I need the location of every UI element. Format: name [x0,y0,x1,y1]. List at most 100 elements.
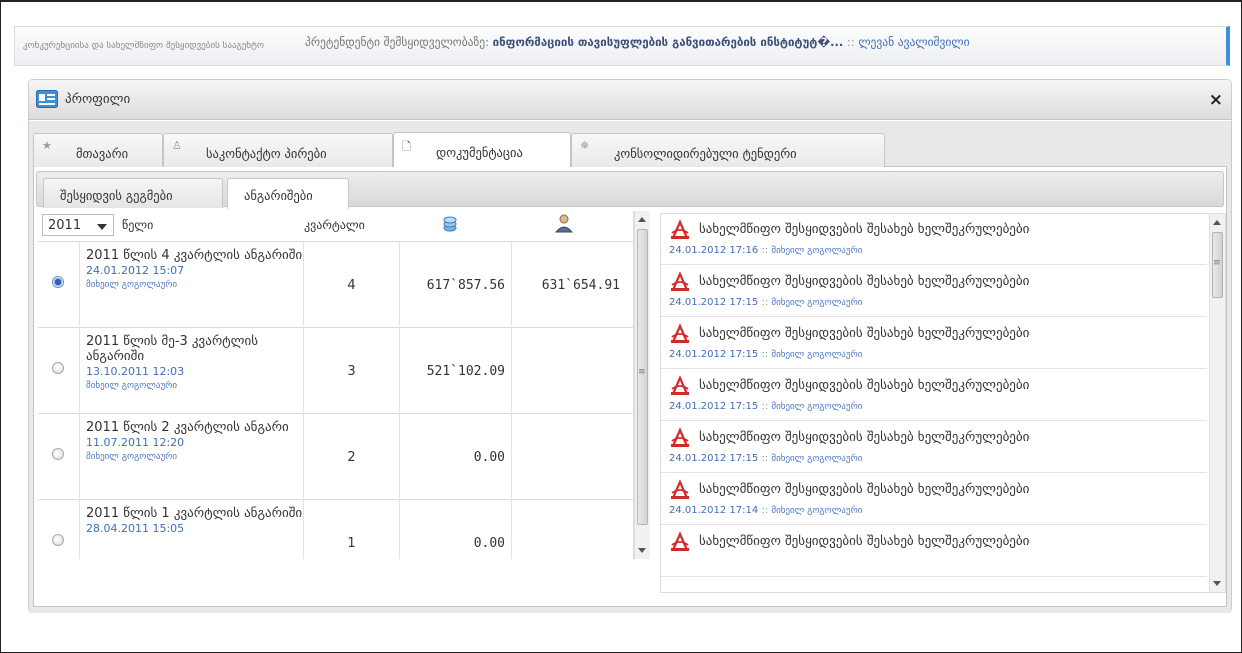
quarter-header: კვარტალი [304,218,365,232]
meta-separator: :: [761,349,769,360]
document-date: 24.01.2012 17:15 [669,349,759,360]
report-amount-2: 631`654.91 [541,278,620,293]
report-date: 24.01.2012 15:07 [86,264,185,277]
scroll-up-icon[interactable] [638,217,646,222]
reports-table-header: 2011 წელი კვარტალი [38,211,633,241]
reports-table: 2011 წელი კვარტალი 2011 წლის 4 კვარტლის … [38,211,634,559]
document-date: 24.01.2012 17:15 [669,401,759,412]
report-user: მიხეილ გოგოლაური [86,280,178,290]
list-item[interactable]: სახელმწიფო შესყიდვების შესახებ ხელშეკრულ… [661,318,1207,369]
user-link[interactable]: ლევან ავალიშვილი [858,35,969,49]
dialog-title: პროფილი [65,92,131,107]
tab-documentation[interactable]: 🗋 დოკუმენტაცია [393,132,571,167]
report-title: 2011 წლის 1 კვარტლის ანგარიში [86,506,303,521]
dialog-titlebar[interactable]: პროფილი × [29,80,1231,120]
tab-consolidated-label: კონსოლიდირებული ტენდერი [614,146,797,161]
user-icon [554,214,574,233]
document-user: მიხეილ გოგოლაური [771,350,863,360]
report-quarter: 3 [304,328,400,412]
table-row[interactable]: 2011 წლის 1 კვარტლის ანგარიში 28.04.2011… [38,499,633,559]
year-select[interactable]: 2011 [42,214,114,236]
pdf-icon [671,531,689,551]
pdf-icon [671,271,689,291]
tab-main[interactable]: ★ მთავარი [33,133,163,167]
list-item[interactable]: სახელმწიფო შესყიდვების შესახებ ხელშეკრულ… [661,266,1207,317]
report-title: 2011 წლის მე-3 კვარტლის ანგარიში [86,334,259,364]
table-row[interactable]: 2011 წლის მე-3 კვარტლის ანგარიში 13.10.2… [38,327,633,412]
report-amount-2 [512,500,620,559]
documents-scrollbar[interactable]: ≡ [1209,214,1225,592]
scroll-down-icon[interactable] [1213,581,1221,586]
row-radio[interactable] [52,362,64,374]
report-amount: 617`857.56 [400,242,512,326]
table-row[interactable]: 2011 წლის 4 კვარტლის ანგარიში 24.01.2012… [38,241,633,326]
meta-separator: :: [761,401,769,412]
document-user: მიხეილ გოგოლაური [771,506,863,516]
document-date: 24.01.2012 17:15 [669,297,759,308]
report-user: მიხეილ გოგოლაური [86,452,178,462]
profile-card-icon [36,90,58,108]
document-name[interactable]: სახელმწიფო შესყიდვების შესახებ ხელშეკრულ… [699,482,1029,497]
agency-name: კონკურენციისა და სახელმწიფო შესყიდვების … [23,41,264,51]
year-label: წელი [122,218,154,232]
tab-documentation-label: დოკუმენტაცია [436,145,523,160]
institution-link[interactable]: ინფორმაციის თავისუფლების განვითარების ინ… [493,35,844,49]
report-amount: 521`102.09 [400,328,512,412]
breadcrumb-prefix: პრეტენდენტი შემსყიდველობაზე: [305,35,489,49]
grip-icon: ≡ [1213,258,1221,268]
document-name[interactable]: სახელმწიფო შესყიდვების შესახებ ხელშეკრულ… [699,274,1029,289]
document-name[interactable]: სახელმწიფო შესყიდვების შესახებ ხელშეკრულ… [699,378,1029,393]
profile-dialog: პროფილი × ★ მთავარი ♙ საკონტაქტო პირები … [28,79,1232,613]
list-item[interactable]: სახელმწიფო შესყიდვების შესახებ ხელშეკრულ… [661,422,1207,473]
report-quarter: 2 [304,414,400,498]
pdf-icon [671,479,689,499]
tab-consolidated-tender[interactable]: ✵ კონსოლიდირებული ტენდერი [571,133,885,167]
row-radio[interactable] [52,448,64,460]
year-select-value: 2011 [48,218,82,233]
row-radio-selected[interactable] [52,276,64,288]
scroll-thumb[interactable] [637,229,648,525]
report-date: 11.07.2011 12:20 [86,436,185,449]
reports-scrollbar[interactable]: ≡ [634,211,650,559]
report-amount-2 [512,328,620,412]
dialog-body: ★ მთავარი ♙ საკონტაქტო პირები 🗋 დოკუმენტ… [29,121,1231,613]
document-date: 24.01.2012 17:14 [669,505,759,516]
tab-procurement-plans[interactable]: შესყიდვის გეგმები [43,178,223,208]
sub-tabs: შესყიდვის გეგმები ანგარიშები [36,171,1224,209]
tab-reports-label: ანგარიშები [244,188,313,203]
report-date: 13.10.2011 12:03 [86,365,185,378]
document-user: მიხეილ გოგოლაური [771,454,863,464]
table-row[interactable]: 2011 წლის 2 კვარტლის ანგარი 11.07.2011 1… [38,413,633,498]
chevron-down-icon [97,224,107,230]
list-item[interactable]: სახელმწიფო შესყიდვების შესახებ ხელშეკრულ… [661,370,1207,421]
scroll-down-icon[interactable] [638,548,646,553]
report-title: 2011 წლის 2 კვარტლის ანგარი [86,420,289,435]
pdf-icon [671,219,689,239]
document-name[interactable]: სახელმწიფო შესყიდვების შესახებ ხელშეკრულ… [699,430,1029,445]
pdf-icon [671,427,689,447]
list-item[interactable]: სახელმწიფო შესყიდვების შესახებ ხელშეკრულ… [661,474,1207,525]
report-date: 28.04.2011 15:05 [86,522,185,535]
list-item[interactable]: სახელმწიფო შესყიდვების შესახებ ხელშეკრულ… [661,214,1207,265]
report-title: 2011 წლის 4 კვარტლის ანგარიში [86,248,303,263]
document-user: მიხეილ გოგოლაური [771,298,863,308]
report-amount-2 [512,414,620,498]
document-date: 24.01.2012 17:16 [669,245,759,256]
header-bar: კონკურენციისა და სახელმწიფო შესყიდვების … [14,26,1230,66]
list-item[interactable]: სახელმწიფო შესყიდვების შესახებ ხელშეკრულ… [661,526,1207,577]
document-name[interactable]: სახელმწიფო შესყიდვების შესახებ ხელშეკრულ… [699,222,1029,237]
coins-icon [443,216,457,232]
row-radio[interactable] [52,534,64,546]
tab-reports[interactable]: ანგარიშები [227,178,349,209]
scroll-up-icon[interactable] [1213,220,1221,225]
person-icon: ♙ [172,139,182,152]
close-icon[interactable]: × [1209,90,1223,110]
document-icon: 🗋 [402,140,411,153]
document-name[interactable]: სახელმწიფო შესყიდვების შესახებ ხელშეკრულ… [699,534,1029,549]
breadcrumb-separator: :: [846,35,855,49]
meta-separator: :: [761,245,769,256]
documents-list: სახელმწიფო შესყიდვების შესახებ ხელშეკრულ… [660,213,1226,593]
tab-contacts[interactable]: ♙ საკონტაქტო პირები [163,133,393,167]
tab-procurement-plans-label: შესყიდვის გეგმები [60,188,173,203]
document-name[interactable]: სახელმწიფო შესყიდვების შესახებ ხელშეკრულ… [699,326,1029,341]
